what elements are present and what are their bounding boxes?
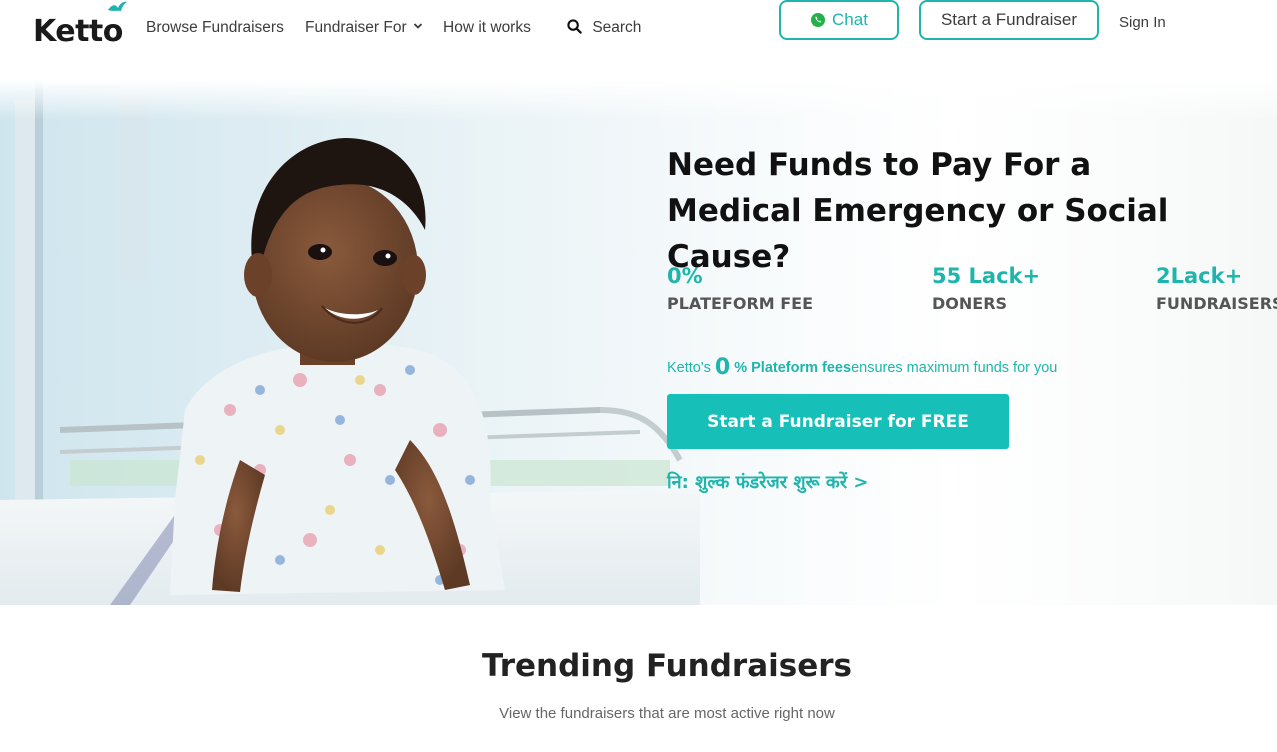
hero-child-photo	[0, 80, 700, 605]
nav-browse-fundraisers[interactable]: Browse Fundraisers	[146, 19, 284, 37]
trending-title: Trending Fundraisers	[481, 648, 852, 684]
fee-tagline-zero: 0	[714, 355, 731, 380]
stat-label: PLATEFORM FEE	[667, 294, 814, 313]
stat-value: 2Lack+	[1156, 264, 1243, 288]
search-label: Search	[592, 19, 642, 36]
nav-how-it-works[interactable]: How it works	[443, 19, 531, 37]
chat-button[interactable]: Chat	[779, 0, 899, 40]
stat-donors: 55 Lack+ DONERS	[932, 264, 1040, 313]
hero-content: Need Funds to Pay For a Medical Emergenc…	[667, 80, 1277, 605]
top-navbar: Ketto Browse Fundraisers Fundraiser For …	[0, 0, 1277, 60]
ketto-logo[interactable]: Ketto	[33, 1, 128, 49]
fee-tagline-bold: % Plateform fees	[734, 360, 852, 376]
stat-label: FUNDRAISERS	[1156, 294, 1277, 313]
nav-fundraiser-for[interactable]: Fundraiser For	[305, 19, 423, 37]
fee-tagline: Ketto's 0% Plateform feesensures maximum …	[667, 355, 1057, 380]
hero-headline: Need Funds to Pay For a Medical Emergenc…	[667, 147, 1169, 275]
stat-value: 55 Lack+	[932, 264, 1041, 288]
logo-text: Ketto	[33, 14, 123, 49]
start-fundraiser-button[interactable]: Start a Fundraiser	[919, 0, 1099, 40]
search-icon	[567, 19, 582, 34]
stat-fundraisers: 2Lack+ FUNDRAISERS	[1156, 264, 1277, 313]
nav-fundraiser-for-label: Fundraiser For	[305, 19, 407, 36]
start-fundraiser-free-button[interactable]: Start a Fundraiser for FREE	[667, 394, 1009, 449]
chevron-down-icon	[413, 23, 423, 29]
sign-in-link[interactable]: Sign In	[1119, 14, 1166, 31]
bird-icon	[108, 1, 127, 11]
fee-tagline-prefix: Ketto's	[667, 360, 711, 376]
fee-tagline-suffix: ensures maximum funds for you	[851, 360, 1058, 376]
hero-banner: Need Funds to Pay For a Medical Emergenc…	[0, 80, 1277, 605]
whatsapp-icon	[811, 13, 826, 27]
stat-value: 0%	[667, 264, 703, 288]
nav-search[interactable]: Search	[567, 19, 641, 37]
chat-button-label: Chat	[832, 10, 868, 29]
stat-platform-fee: 0% PLATEFORM FEE	[667, 264, 813, 313]
trending-subtitle: View the fundraisers that are most activ…	[499, 705, 835, 722]
stat-label: DONERS	[932, 294, 1008, 313]
hindi-start-fundraiser-link[interactable]: नि: शुल्क फंडरेजर शुरू करें >	[667, 470, 868, 494]
